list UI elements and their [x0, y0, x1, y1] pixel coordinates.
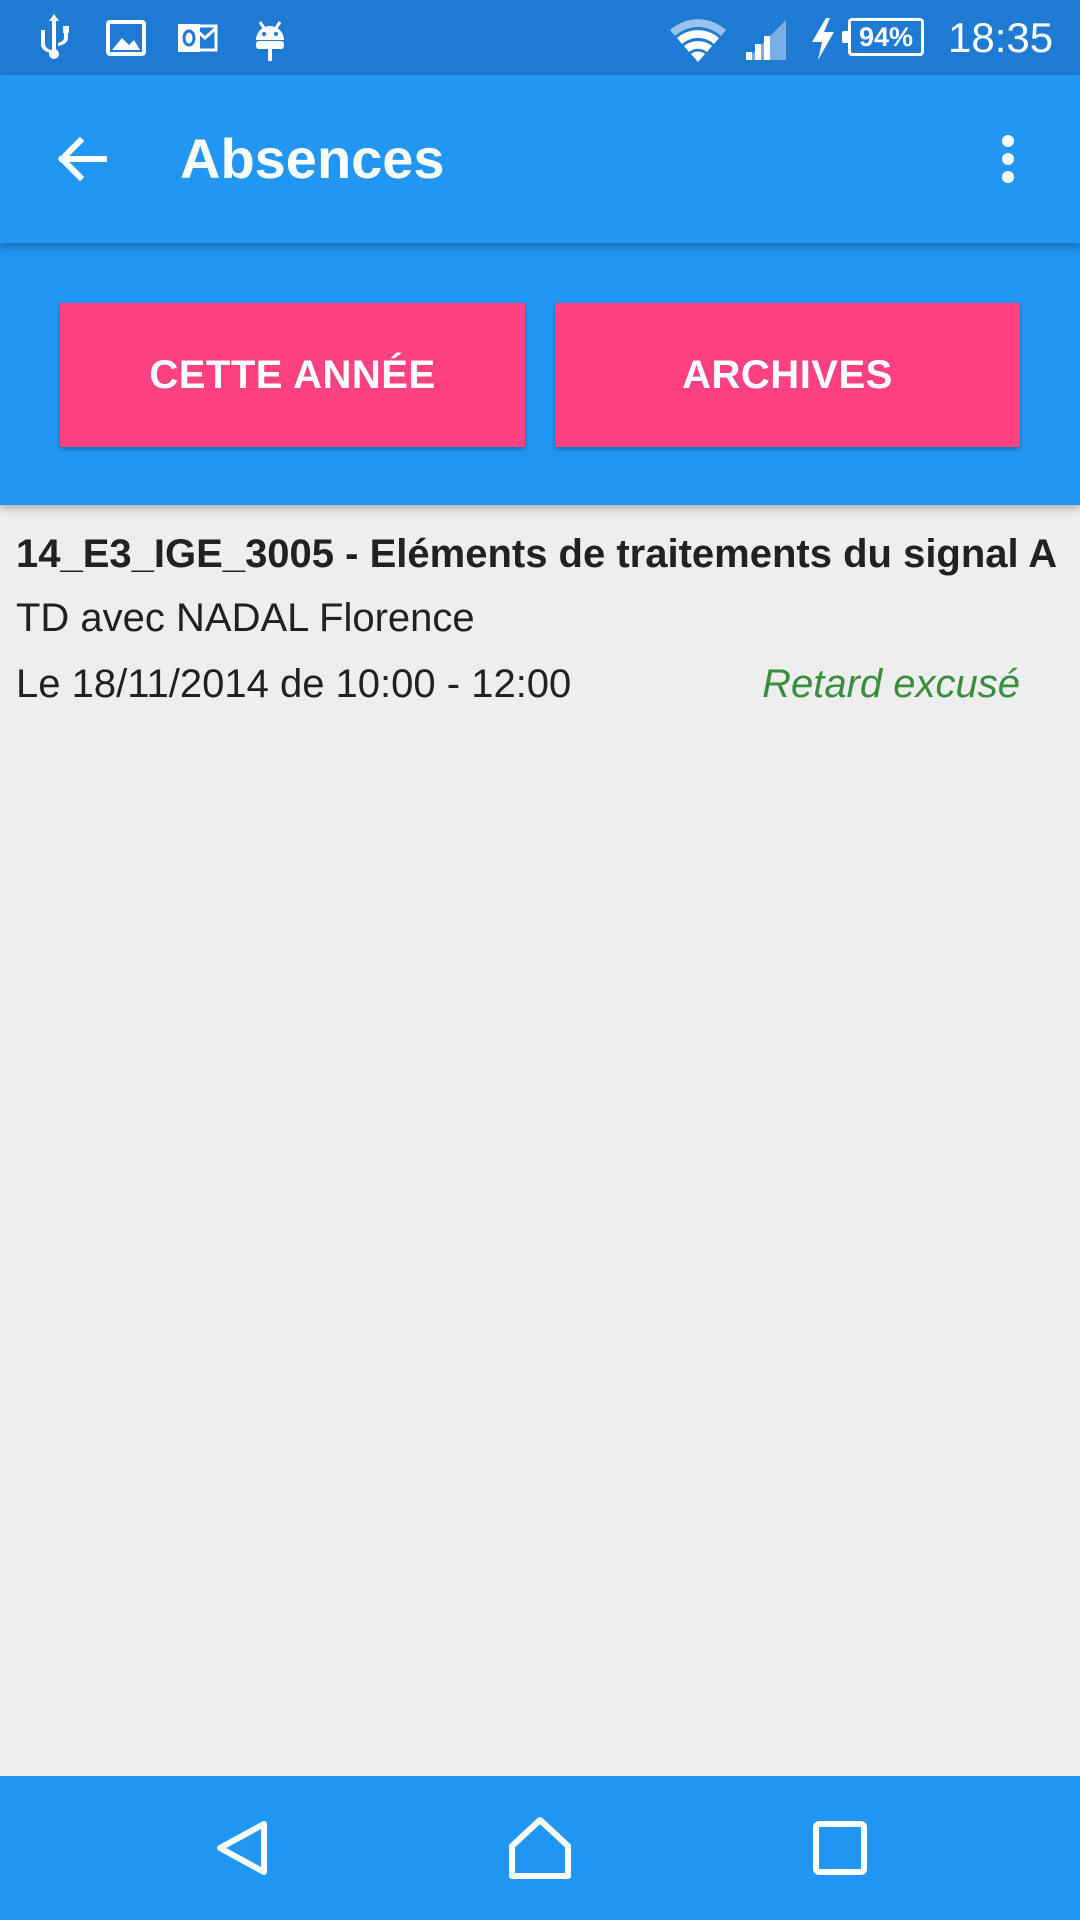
absence-course-title: 14_E3_IGE_3005 - Eléments de traitements… — [16, 532, 1058, 576]
tab-this-year-button[interactable]: CETTE ANNÉE — [60, 303, 525, 447]
absence-date: Le 18/11/2014 de 10:00 - 12:00 — [16, 662, 572, 706]
status-clock: 18:35 — [948, 14, 1054, 61]
home-icon[interactable] — [500, 1808, 580, 1888]
list-item[interactable]: 14_E3_IGE_3005 - Eléments de traitements… — [0, 505, 1080, 720]
usb-icon — [30, 14, 78, 62]
absence-teacher: TD avec NADAL Florence — [16, 596, 475, 640]
tab-area: CETTE ANNÉE ARCHIVES — [0, 243, 1080, 505]
status-badge: Retard excusé — [762, 662, 1020, 706]
battery-percent: 94% — [858, 22, 914, 52]
arrow-back-icon[interactable] — [42, 119, 122, 199]
image-icon — [102, 14, 150, 62]
tab-archives-button[interactable]: ARCHIVES — [555, 303, 1020, 447]
status-bar: 94% 18:35 — [0, 0, 1080, 75]
battery-icon: 94% — [842, 18, 924, 56]
charging-icon — [808, 14, 838, 62]
android-icon — [246, 14, 294, 62]
signal-icon — [742, 14, 790, 62]
outlook-icon — [174, 14, 222, 62]
app-bar: Absences — [0, 75, 1080, 243]
page-title: Absences — [180, 127, 445, 190]
wifi-icon — [668, 14, 728, 62]
navigation-bar — [0, 1776, 1080, 1920]
more-vert-icon[interactable] — [984, 127, 1032, 191]
recents-square-icon[interactable] — [800, 1808, 880, 1888]
back-triangle-icon[interactable] — [202, 1808, 282, 1888]
screen: 94% 18:35 Absences CETTE ANNÉE ARCHIVES … — [0, 0, 1080, 1920]
